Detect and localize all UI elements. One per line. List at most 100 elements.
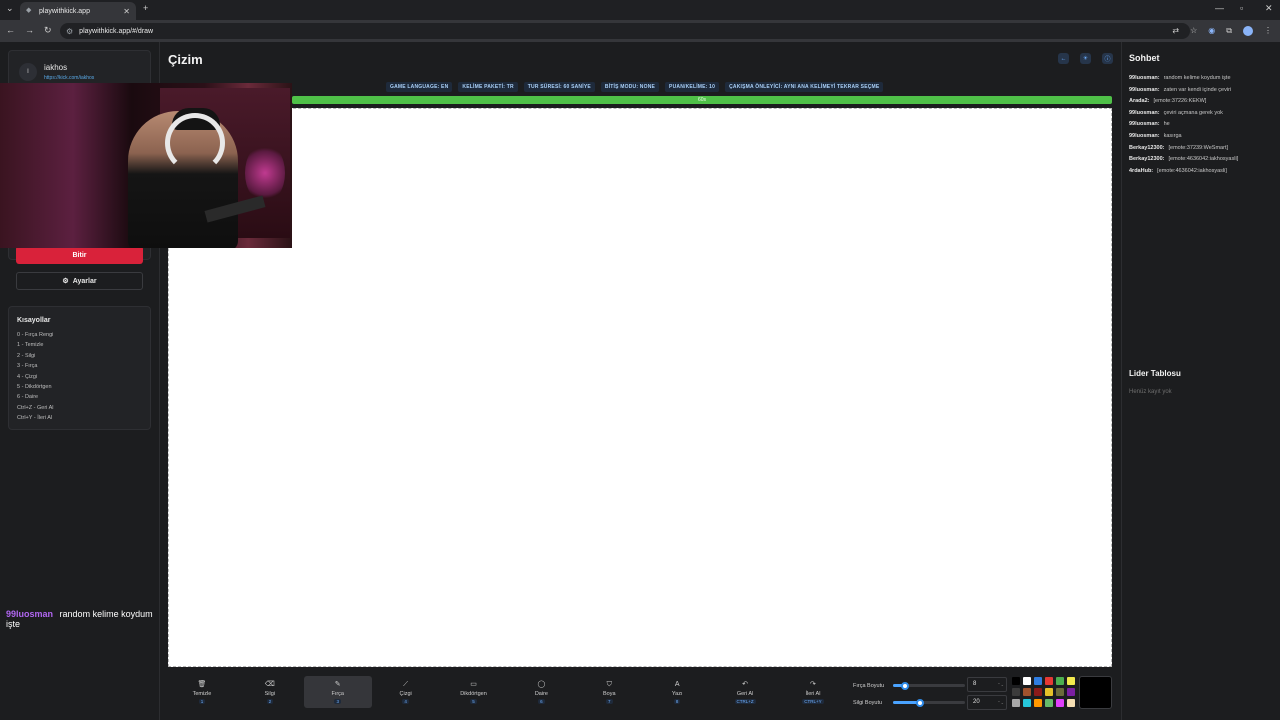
chat-message: 99luosman: kasırga xyxy=(1129,131,1279,143)
timer-progress-bar: 60s xyxy=(292,96,1112,104)
address-bar[interactable]: ⚙ playwithkick.app/#/draw xyxy=(60,23,1190,39)
tool-label: Silgi xyxy=(264,690,276,697)
color-swatch[interactable] xyxy=(1023,688,1031,696)
site-info-icon[interactable]: ⚙ xyxy=(66,27,73,36)
browser-tab-strip: ⌄ ◆ playwithkick.app ✕ + — ▫ ✕ xyxy=(0,0,1280,20)
color-swatch[interactable] xyxy=(1034,677,1042,685)
chat-message: 4rdaHub: [emote:4636042:iakhosyasli] xyxy=(1129,166,1279,178)
translate-icon[interactable]: ⇄ xyxy=(1172,26,1179,36)
info-pill-round-time: TUR SÜRESİ: 60 SANİYE xyxy=(523,82,595,92)
brush-size-slider[interactable] xyxy=(893,681,965,690)
tool-fırça[interactable]: ✎ Fırça 3 xyxy=(303,676,372,708)
color-swatch[interactable] xyxy=(1012,677,1020,685)
browser-nav: ← → ↻ xyxy=(6,25,52,36)
theme-sun-icon[interactable]: ☀ xyxy=(1080,53,1091,64)
chat-list: 99luosman: random kelime koydum işte 99luo… xyxy=(1129,73,1279,177)
tool-label: Daire xyxy=(534,690,548,697)
browser-menu-icon[interactable]: ⋮ xyxy=(1264,26,1272,36)
tool-label: Dikdörtgen xyxy=(460,690,487,697)
eraser-size-knob[interactable] xyxy=(916,698,925,707)
tool-boya[interactable]: ⛉ Boya 7 xyxy=(575,676,643,708)
color-swatch[interactable] xyxy=(1067,677,1075,685)
tool-icon: A xyxy=(674,680,680,688)
shortcut-item: 1 - Temizle xyxy=(17,342,44,349)
finish-button[interactable]: Bitir xyxy=(16,246,143,264)
brush-size-input[interactable]: 8 xyxy=(967,677,1007,692)
color-swatch[interactable] xyxy=(1067,688,1075,696)
color-swatch[interactable] xyxy=(1034,688,1042,696)
tool-shortcut-key: CTRL+Y xyxy=(802,698,824,704)
minimize-icon[interactable]: — xyxy=(1215,3,1224,13)
user-channel-link[interactable]: https://kick.com/iakhos xyxy=(44,75,94,81)
chat-text: random kelime koydum işte xyxy=(1163,75,1231,81)
tool-temizle[interactable]: 🗑 Temizle 1 xyxy=(168,676,236,708)
tool-label: Geri Al xyxy=(736,690,754,697)
chat-message: 99luosman: zaten var kendi içinde çeviri xyxy=(1129,85,1279,97)
chat-text: [emote:4636042:iakhosyasli] xyxy=(1168,156,1239,163)
browser-tab[interactable]: ◆ playwithkick.app ✕ xyxy=(20,2,136,20)
window-close-icon[interactable]: ✕ xyxy=(1265,3,1273,14)
page-title: Çizim xyxy=(168,52,203,67)
size-number-inputs: 8 20 xyxy=(967,677,1007,713)
color-swatch[interactable] xyxy=(1012,688,1020,696)
current-color-preview[interactable] xyxy=(1079,676,1112,709)
color-swatch[interactable] xyxy=(1056,677,1064,685)
tab-close-icon[interactable]: ✕ xyxy=(123,7,130,16)
browser-actions: ⇄ ☆ ◉ ⧉ ⋮ xyxy=(1172,26,1272,36)
tool-daire[interactable]: ◯ Daire 6 xyxy=(507,676,575,708)
back-arrow-icon[interactable]: ← xyxy=(1058,53,1069,64)
shortcut-item: 2 - Silgi xyxy=(17,352,36,359)
extensions-icon[interactable]: ⧉ xyxy=(1226,26,1232,36)
color-swatch[interactable] xyxy=(1056,688,1064,696)
drawing-canvas[interactable] xyxy=(168,108,1112,667)
brush-size-knob[interactable] xyxy=(901,681,910,690)
chat-username: 99luosman: xyxy=(1129,109,1160,116)
color-swatch[interactable] xyxy=(1034,699,1042,707)
color-swatch[interactable] xyxy=(1023,699,1031,707)
chat-username: 99luosman: xyxy=(1129,86,1160,93)
color-swatch[interactable] xyxy=(1023,677,1031,685)
tool-çizgi[interactable]: ⟋ Çizgi 4 xyxy=(372,676,440,708)
eraser-size-input[interactable]: 20 xyxy=(967,695,1007,710)
tool-label: Çizgi xyxy=(399,690,412,697)
color-swatch[interactable] xyxy=(1045,688,1053,696)
tool-dikdörtgen[interactable]: ▭ Dikdörtgen 5 xyxy=(440,676,508,708)
tool-shortcut-key: 4 xyxy=(402,698,409,704)
leaderboard-empty: Henüz kayıt yok xyxy=(1129,389,1172,395)
color-swatch[interactable] xyxy=(1045,699,1053,707)
chat-message: 99luosman: he xyxy=(1129,119,1279,131)
chat-username: 99luosman: xyxy=(1129,132,1160,139)
shortcut-item: 5 - Dikdörtgen xyxy=(17,384,52,391)
info-pill-points: PUAN/KELİME: 10 xyxy=(665,82,720,92)
color-swatch[interactable] xyxy=(1012,699,1020,707)
new-tab-icon[interactable]: + xyxy=(143,3,148,13)
color-swatch[interactable] xyxy=(1045,677,1053,685)
chat-message: Berkay12300: [emote:4636042:iakhosyasli] xyxy=(1129,154,1279,166)
profile-avatar-icon[interactable] xyxy=(1243,26,1253,36)
forward-icon[interactable]: → xyxy=(25,25,34,36)
bookmark-star-icon[interactable]: ☆ xyxy=(1190,26,1197,36)
eraser-size-slider[interactable] xyxy=(893,698,965,707)
settings-button[interactable]: ⚙ Ayarlar xyxy=(16,272,143,290)
tool-silgi[interactable]: ⌫ Silgi 2 xyxy=(236,676,304,708)
tab-search-icon[interactable]: ⌄ xyxy=(6,3,14,14)
tool-icon: ▭ xyxy=(470,680,477,688)
chat-text: he xyxy=(1163,121,1170,128)
maximize-icon[interactable]: ▫ xyxy=(1240,3,1243,13)
chat-message: 99luosman: random kelime koydum işte xyxy=(1129,73,1279,85)
tool-geri-al[interactable]: ↶ Geri Al CTRL+Z xyxy=(711,676,779,708)
reload-icon[interactable]: ↻ xyxy=(44,25,52,36)
color-swatch[interactable] xyxy=(1056,699,1064,707)
url-text: playwithkick.app/#/draw xyxy=(79,27,154,35)
chat-message: Arada2: [emote:37226:KEKW] xyxy=(1129,96,1279,108)
info-icon[interactable]: ⓘ xyxy=(1102,53,1113,64)
shortcut-item: 4 - Çizgi xyxy=(17,373,38,380)
tool-i-leri-al[interactable]: ↷ İleri Al CTRL+Y xyxy=(779,676,847,708)
tool-yazı[interactable]: A Yazı 8 xyxy=(643,676,711,708)
media-icon[interactable]: ◉ xyxy=(1208,26,1215,36)
info-pill-word-pack: KELİME PAKETİ: TR xyxy=(458,82,518,92)
color-swatch[interactable] xyxy=(1067,699,1075,707)
back-icon[interactable]: ← xyxy=(6,25,15,36)
shortcuts-list: 0 - Fırça Rengi 1 - Temizle 2 - Silgi 3 … xyxy=(17,330,142,424)
header-actions: ← ☀ ⓘ xyxy=(1058,53,1113,64)
